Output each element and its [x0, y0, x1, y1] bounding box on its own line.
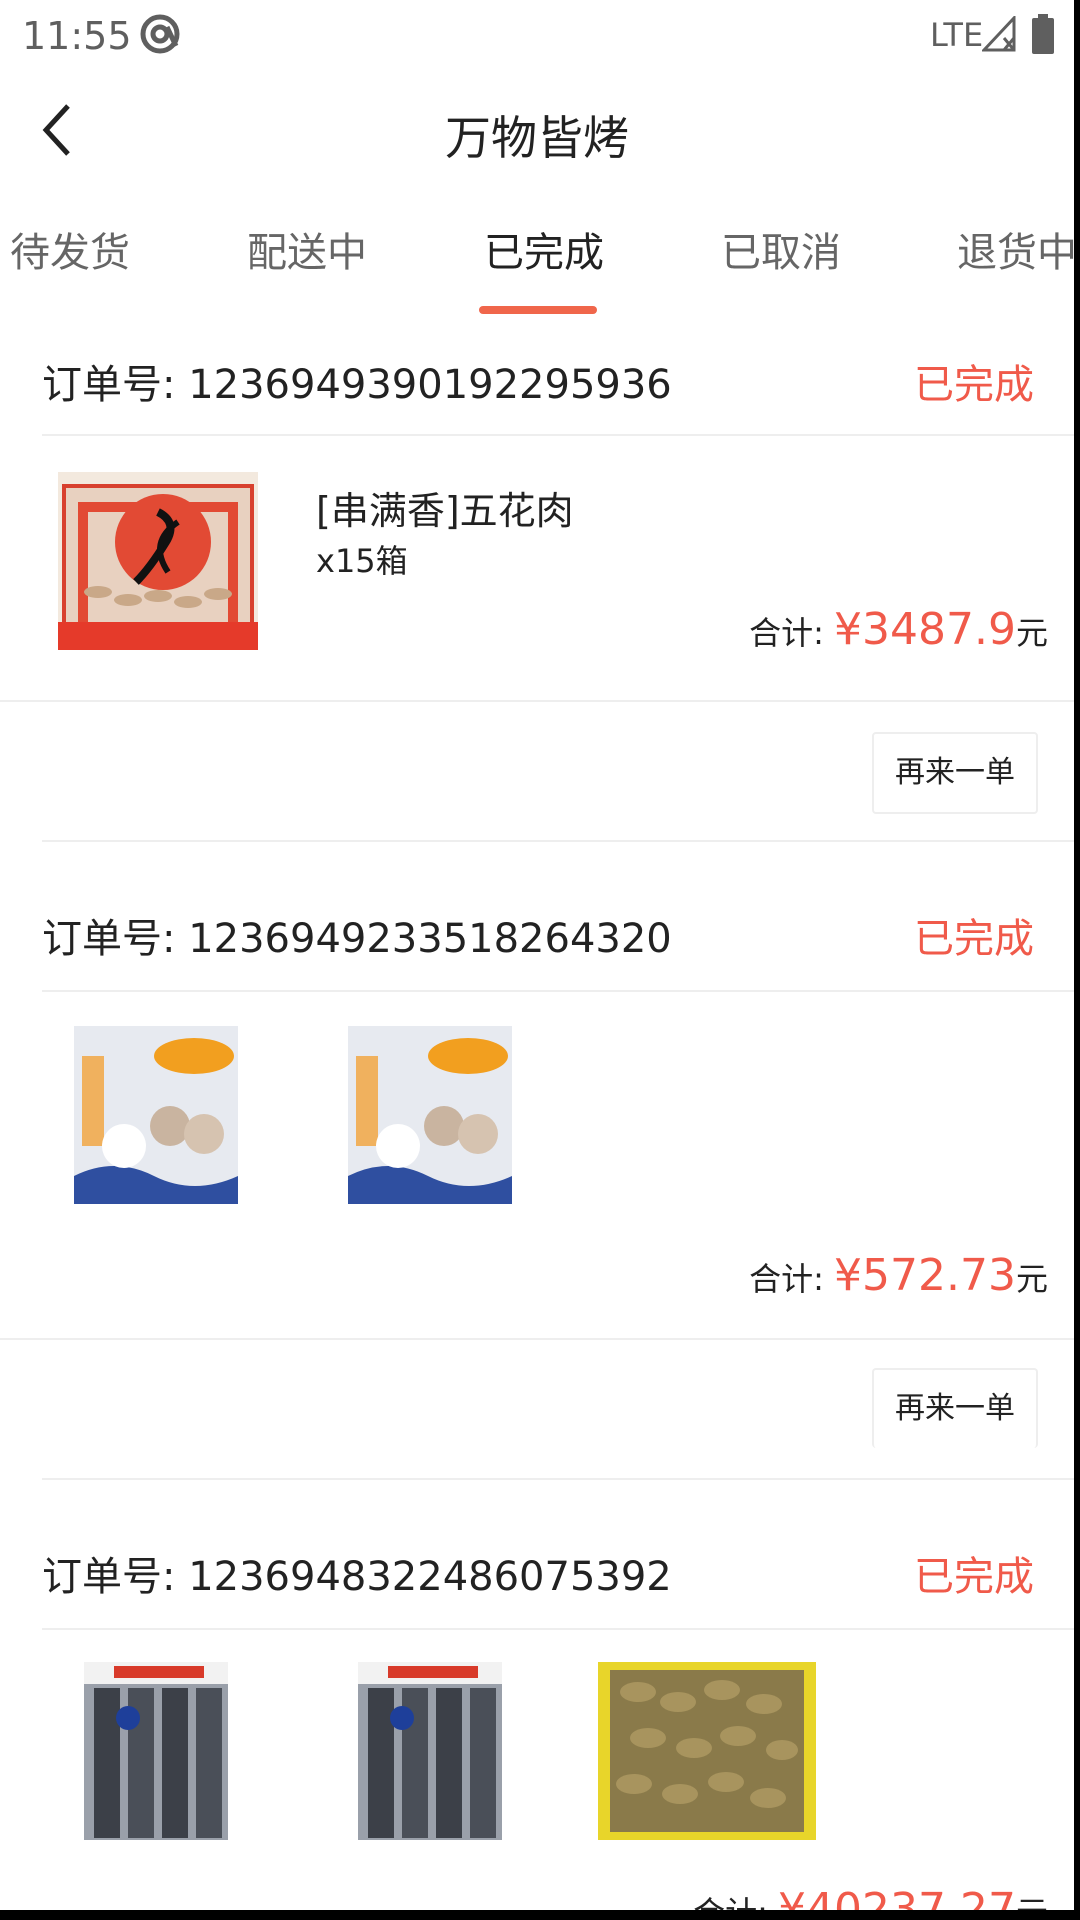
- order-status: 已完成: [914, 916, 1034, 962]
- tab-cancelled[interactable]: 已取消: [721, 220, 841, 278]
- order-number-prefix: 订单号:: [42, 916, 176, 962]
- screen: 11:55 LTE 万物皆烤 待发货 配送中 已完成 已取消 退货中 订单号: …: [0, 0, 1074, 1910]
- total-unit: 元: [1015, 614, 1048, 652]
- divider: [42, 1478, 1074, 1480]
- signal-icon: [982, 16, 1016, 52]
- order-number: 订单号: 1236948322486075392: [42, 1544, 672, 1602]
- tab-pending-shipment[interactable]: 待发货: [10, 220, 130, 278]
- total-amount: ¥572.73: [834, 1250, 1016, 1301]
- divider: [42, 1628, 1074, 1630]
- total-label: 合计:: [749, 1260, 824, 1298]
- order-number-prefix: 订单号:: [42, 362, 176, 408]
- divider: [42, 990, 1074, 992]
- product-image-saury-skewer[interactable]: [358, 1662, 502, 1840]
- order-number-value: 1236949390192295936: [188, 362, 672, 408]
- total-amount: ¥3487.9: [834, 604, 1016, 655]
- at-sign-icon: [140, 14, 180, 54]
- order-number: 订单号: 1236949390192295936: [42, 352, 672, 410]
- page-title: 万物皆烤: [445, 111, 629, 165]
- order-total: 合计: ¥40237.27元: [693, 1884, 1048, 1910]
- divider: [0, 1338, 1074, 1340]
- order-status-tabs: 待发货 配送中 已完成 已取消 退货中: [0, 220, 1074, 320]
- product-image-fish-ball[interactable]: [74, 1026, 238, 1204]
- order-status: 已完成: [914, 362, 1034, 408]
- tab-delivering[interactable]: 配送中: [247, 220, 367, 278]
- divider: [42, 840, 1074, 842]
- total-unit: 元: [1015, 1260, 1048, 1298]
- order-number-value: 1236949233518264320: [188, 916, 672, 962]
- total-label: 合计:: [693, 1894, 768, 1910]
- active-tab-indicator: [479, 306, 597, 314]
- reorder-button[interactable]: 再来一单: [872, 1368, 1038, 1448]
- app-header: 万物皆烤: [0, 74, 1074, 186]
- product-quantity: x15箱: [316, 542, 408, 580]
- total-label: 合计:: [749, 614, 824, 652]
- network-type: LTE: [930, 16, 984, 54]
- order-number-prefix: 订单号:: [42, 1554, 176, 1600]
- product-image-peanuts[interactable]: [598, 1662, 816, 1840]
- order-number: 订单号: 1236949233518264320: [42, 906, 672, 964]
- battery-icon: [1032, 14, 1054, 54]
- order-number-value: 1236948322486075392: [188, 1554, 672, 1600]
- order-total: 合计: ¥3487.9元: [749, 604, 1048, 655]
- total-unit: 元: [1016, 1894, 1048, 1910]
- order-total: 合计: ¥572.73元: [749, 1250, 1048, 1301]
- total-amount: ¥40237.27: [778, 1884, 1016, 1910]
- tab-returning[interactable]: 退货中: [957, 220, 1074, 278]
- divider: [42, 434, 1074, 436]
- status-bar: 11:55 LTE: [0, 0, 1074, 74]
- reorder-button[interactable]: 再来一单: [872, 732, 1038, 814]
- product-image-saury-skewer[interactable]: [84, 1662, 228, 1840]
- product-name: [串满香]五花肉: [316, 489, 574, 533]
- status-time: 11:55: [22, 14, 132, 58]
- product-image-pork-belly[interactable]: [58, 472, 258, 650]
- product-image-fish-ball[interactable]: [348, 1026, 512, 1204]
- divider: [0, 700, 1074, 702]
- tab-completed[interactable]: 已完成: [484, 220, 604, 278]
- order-status: 已完成: [914, 1554, 1034, 1600]
